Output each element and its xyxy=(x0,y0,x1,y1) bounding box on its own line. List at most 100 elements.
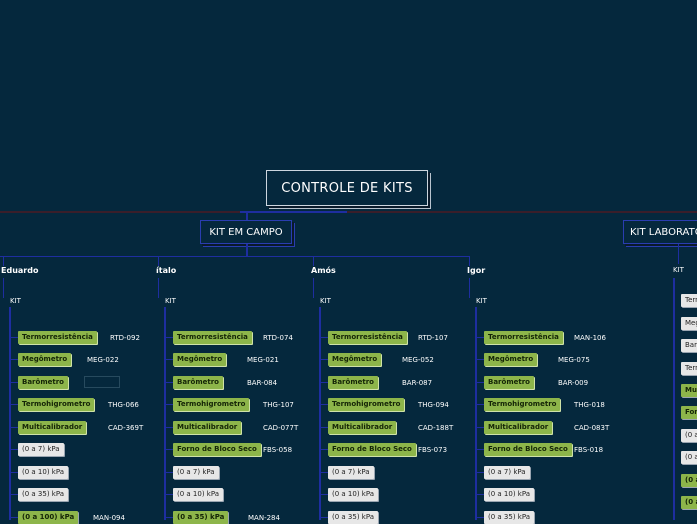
connector xyxy=(313,278,314,298)
kit-item[interactable]: Megômetro xyxy=(328,353,382,366)
kit-item[interactable]: (0 a 7) kPa xyxy=(484,466,530,479)
person-name[interactable]: Igor xyxy=(467,266,485,275)
kit-item[interactable]: Barômetro xyxy=(18,376,68,389)
lab-kit-item[interactable]: Forno de Bloco Seco xyxy=(681,406,697,419)
kit-item[interactable]: Multicalibrador xyxy=(328,421,397,434)
kit-item[interactable]: Barômetro xyxy=(484,376,534,389)
item-code: CAD-369T xyxy=(108,424,144,432)
lab-kit-item[interactable]: Megômetro xyxy=(681,317,697,330)
kit-item[interactable]: Termohigrometro xyxy=(18,398,95,411)
kit-item[interactable]: (0 a 10) kPa xyxy=(173,488,224,501)
item-code: BAR-084 xyxy=(247,379,278,387)
connector xyxy=(246,244,248,256)
item-code: MEG-052 xyxy=(402,356,434,364)
kit-item[interactable]: Megômetro xyxy=(484,353,538,366)
item-code: BAR-009 xyxy=(558,379,589,387)
main-connector-blue xyxy=(240,211,347,213)
lab-kit-item[interactable]: (0 a 7) kPa xyxy=(681,429,697,442)
kit-item[interactable]: (0 a 10) kPa xyxy=(484,488,535,501)
kit-item[interactable]: (0 a 35) kPa xyxy=(173,511,229,524)
kit-item[interactable]: Termorresistência xyxy=(328,331,407,344)
kit-item[interactable]: Termorresistência xyxy=(484,331,563,344)
item-code: FBS-073 xyxy=(418,446,448,454)
item-code: FBS-058 xyxy=(263,446,293,454)
kit-label[interactable]: KIT xyxy=(320,297,331,305)
item-code: CAD-077T xyxy=(263,424,299,432)
lab-kit-item[interactable]: Termorresistência xyxy=(681,294,697,307)
kit-connector xyxy=(319,307,321,520)
kit-item[interactable]: (0 a 7) kPa xyxy=(328,466,374,479)
item-code: CAD-188T xyxy=(418,424,454,432)
item-code: MAN-284 xyxy=(248,514,280,522)
kit-item[interactable]: Multicalibrador xyxy=(484,421,553,434)
group-kit-em-campo[interactable]: KIT EM CAMPO xyxy=(200,220,292,244)
kit-item[interactable]: Forno de Bloco Seco xyxy=(328,443,416,456)
kit-item[interactable]: Megômetro xyxy=(173,353,227,366)
lab-kit-item[interactable]: Multicalibrador xyxy=(681,384,697,397)
kit-item[interactable]: (0 a 35) kPa xyxy=(484,511,535,524)
connector xyxy=(469,256,470,266)
kit-item[interactable]: (0 a 35) kPa xyxy=(18,488,69,501)
item-code: MEG-021 xyxy=(247,356,279,364)
main-topic[interactable]: CONTROLE DE KITS xyxy=(266,170,428,206)
kit-connector xyxy=(673,278,675,520)
kit-label[interactable]: KIT xyxy=(476,297,487,305)
item-code: FBS-018 xyxy=(574,446,604,454)
item-code: MAN-106 xyxy=(574,334,606,342)
item-code: BAR-087 xyxy=(402,379,433,387)
kit-item[interactable]: (0 a 35) kPa xyxy=(328,511,379,524)
people-connector xyxy=(0,256,470,257)
kit-item[interactable]: (0 a 7) kPa xyxy=(18,443,64,456)
connector xyxy=(158,256,159,266)
kit-item[interactable]: Barômetro xyxy=(173,376,223,389)
item-code: RTD-092 xyxy=(110,334,140,342)
kit-item[interactable]: (0 a 10) kPa xyxy=(328,488,379,501)
kit-connector xyxy=(475,307,477,520)
kit-item[interactable]: Termorresistência xyxy=(173,331,252,344)
group-title-text: KIT LABORATÓRIO xyxy=(630,226,697,238)
kit-label[interactable]: KIT xyxy=(673,266,684,274)
kit-item[interactable]: Barômetro xyxy=(328,376,378,389)
item-code: CAD-083T xyxy=(574,424,610,432)
group-title-text: KIT EM CAMPO xyxy=(209,226,283,238)
kit-item[interactable]: Termohigrometro xyxy=(484,398,561,411)
kit-label[interactable]: KIT xyxy=(165,297,176,305)
lab-kit-item[interactable]: (0 a 10) kPa xyxy=(681,451,697,464)
kit-item[interactable]: (0 a 7) kPa xyxy=(173,466,219,479)
kit-item[interactable]: Megômetro xyxy=(18,353,72,366)
item-code: THG-094 xyxy=(418,401,449,409)
kit-connector xyxy=(9,307,11,520)
lab-kit-item[interactable]: (0 a 35) kPa xyxy=(681,474,697,487)
connector xyxy=(3,256,4,266)
person-name[interactable]: Eduardo xyxy=(1,266,38,275)
item-code: RTD-107 xyxy=(418,334,448,342)
lab-kit-item[interactable]: Termohigrometro xyxy=(681,362,697,375)
main-title-text: CONTROLE DE KITS xyxy=(281,180,413,196)
item-code-empty[interactable] xyxy=(84,376,120,388)
connector xyxy=(469,278,470,298)
kit-item[interactable]: Termohigrometro xyxy=(328,398,405,411)
kit-item[interactable]: Multicalibrador xyxy=(18,421,87,434)
kit-item[interactable]: Forno de Bloco Seco xyxy=(173,443,261,456)
connector xyxy=(158,278,159,298)
kit-item[interactable]: Multicalibrador xyxy=(173,421,242,434)
item-code: THG-018 xyxy=(574,401,605,409)
connector xyxy=(3,278,4,298)
kit-item[interactable]: (0 a 100) kPa xyxy=(18,511,79,524)
kit-item[interactable]: (0 a 10) kPa xyxy=(18,466,69,479)
main-connector xyxy=(0,211,697,213)
lab-kit-item[interactable]: (0 a 100) kPa xyxy=(681,496,697,509)
kit-item[interactable]: Forno de Bloco Seco xyxy=(484,443,572,456)
kit-connector xyxy=(164,307,166,520)
item-code: MAN-094 xyxy=(93,514,125,522)
group-kit-laboratorio[interactable]: KIT LABORATÓRIO xyxy=(623,220,697,244)
person-name[interactable]: ítalo xyxy=(156,266,176,275)
kit-label[interactable]: KIT xyxy=(10,297,21,305)
person-name[interactable]: Amós xyxy=(311,266,336,275)
connector xyxy=(313,256,314,266)
item-code: RTD-074 xyxy=(263,334,293,342)
item-code: THG-066 xyxy=(108,401,139,409)
kit-item[interactable]: Termorresistência xyxy=(18,331,97,344)
lab-kit-item[interactable]: Barômetro xyxy=(681,339,697,352)
kit-item[interactable]: Termohigrometro xyxy=(173,398,250,411)
